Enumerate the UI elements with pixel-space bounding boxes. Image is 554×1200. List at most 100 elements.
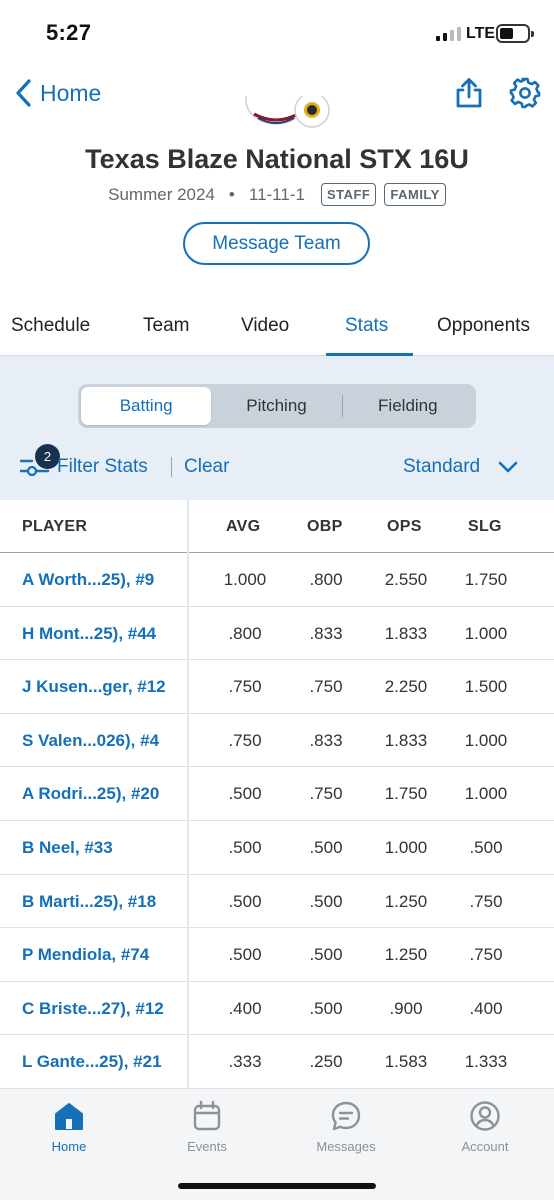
tab-stats[interactable]: Stats: [345, 315, 388, 337]
stat-cell-slg: 1.750: [464, 570, 508, 589]
stat-cell-avg: .750: [228, 730, 262, 750]
stat-cell-avg: .500: [228, 945, 262, 965]
stat-cell-avg: .500: [228, 784, 262, 804]
table-row[interactable]: H Mont...25), #44 .800 .833 1.833 1.000: [0, 607, 554, 661]
stat-cell-avg: .750: [228, 677, 262, 697]
staff-badge: STAFF: [320, 183, 377, 206]
table-row[interactable]: B Marti...25), #18 .500 .500 1.250 .750: [0, 875, 554, 929]
column-header-obp[interactable]: OBP: [307, 518, 343, 536]
column-header-slg[interactable]: SLG: [468, 518, 502, 536]
stat-cell-avg: .800: [228, 623, 262, 643]
nav-home[interactable]: Home: [19, 1099, 119, 1154]
table-row[interactable]: A Worth...25), #9 1.000 .800 2.550 1.750: [0, 553, 554, 607]
chevron-down-icon: [498, 461, 518, 473]
player-name-link[interactable]: J Kusen...ger, #12: [22, 677, 166, 697]
table-row[interactable]: B Neel, #33 .500 .500 1.000 .500: [0, 821, 554, 875]
stat-cell-obp: .500: [309, 891, 343, 911]
nav-events-label: Events: [187, 1139, 227, 1154]
table-row[interactable]: C Briste...27), #12 .400 .500 .900 .400: [0, 982, 554, 1036]
stat-cell-ops: 1.250: [384, 945, 428, 965]
table-row[interactable]: L Gante...25), #21 .333 .250 1.583 1.333: [0, 1035, 554, 1089]
status-bar: 5:27 LTE: [0, 0, 554, 66]
tab-opponents[interactable]: Opponents: [437, 315, 530, 337]
player-name-link[interactable]: S Valen...026), #4: [22, 731, 159, 751]
player-name-link[interactable]: B Marti...25), #18: [22, 892, 156, 912]
stat-cell-slg: 1.333: [464, 1052, 508, 1072]
stat-cell-obp: .800: [309, 570, 343, 589]
home-icon: [55, 1103, 83, 1130]
stat-set-dropdown[interactable]: Standard: [403, 456, 518, 478]
clear-filters-button[interactable]: Clear: [184, 456, 229, 478]
nav-events[interactable]: Events: [157, 1099, 257, 1154]
nav-messages[interactable]: Messages: [296, 1099, 396, 1154]
nav-account-label: Account: [461, 1139, 509, 1154]
share-icon[interactable]: [452, 76, 486, 110]
table-header: PLAYER AVG OBP OPS SLG: [0, 500, 554, 553]
column-header-avg[interactable]: AVG: [226, 518, 260, 536]
stat-cell-obp: .833: [309, 730, 343, 750]
tab-schedule[interactable]: Schedule: [11, 315, 90, 337]
stat-cell-slg: 1.000: [464, 784, 508, 804]
stat-cell-avg: .500: [228, 891, 262, 911]
separator-dot: •: [228, 184, 235, 204]
stat-cell-obp: .500: [309, 838, 343, 857]
team-meta: Summer 2024 • 11-11-1 STAFF FAMILY: [0, 183, 554, 206]
account-icon: [470, 1101, 500, 1131]
team-name: Texas Blaze National STX 16U: [85, 144, 469, 174]
stat-cell-obp: .750: [309, 677, 343, 697]
stat-cell-avg: .400: [228, 998, 262, 1018]
message-team-button[interactable]: Message Team: [183, 222, 370, 265]
tab-team[interactable]: Team: [143, 315, 189, 337]
segment-fielding[interactable]: Fielding: [343, 387, 473, 425]
stat-cell-obp: .250: [309, 1052, 343, 1072]
stat-cell-ops: .900: [389, 998, 423, 1018]
back-label: Home: [40, 79, 102, 106]
segment-pitching[interactable]: Pitching: [211, 387, 341, 425]
table-row[interactable]: J Kusen...ger, #12 .750 .750 2.250 1.500: [0, 660, 554, 714]
signal-icon: [436, 27, 461, 41]
filter-stats-button[interactable]: Filter Stats: [57, 456, 148, 478]
stat-cell-slg: 1.500: [464, 677, 508, 697]
player-name-link[interactable]: P Mendiola, #74: [22, 945, 149, 965]
player-name-link[interactable]: A Worth...25), #9: [22, 570, 154, 590]
batting-stats-table: PLAYER AVG OBP OPS SLG A Worth...25), #9…: [0, 500, 554, 1090]
filter-separator: [171, 457, 172, 477]
player-name-link[interactable]: A Rodri...25), #20: [22, 784, 159, 804]
segment-batting[interactable]: Batting: [81, 387, 212, 425]
team-tabs: Schedule Team Video Stats Opponents: [0, 302, 554, 356]
stat-cell-ops: 1.000: [384, 838, 428, 857]
team-record: 11-11-1: [248, 184, 305, 204]
table-row[interactable]: A Rodri...25), #20 .500 .750 1.750 1.000: [0, 767, 554, 821]
nav-account[interactable]: Account: [435, 1099, 535, 1154]
season-label: Summer 2024: [108, 184, 215, 204]
stat-type-segmented-control: Batting Pitching Fielding: [78, 384, 476, 428]
column-header-player[interactable]: PLAYER: [22, 518, 87, 536]
stat-cell-obp: .833: [309, 623, 343, 643]
stat-cell-ops: 1.833: [384, 730, 428, 750]
stat-cell-slg: .500: [469, 838, 503, 857]
tab-video[interactable]: Video: [241, 315, 289, 337]
table-row[interactable]: P Mendiola, #74 .500 .500 1.250 .750: [0, 928, 554, 982]
chevron-left-icon: [16, 79, 31, 107]
calendar-icon: [193, 1100, 221, 1131]
stat-cell-ops: 1.583: [384, 1052, 428, 1072]
message-icon: [331, 1101, 361, 1131]
stat-cell-slg: .750: [469, 945, 503, 965]
stat-cell-obp: .500: [309, 998, 343, 1018]
player-name-link[interactable]: H Mont...25), #44: [22, 624, 156, 644]
family-badge: FAMILY: [384, 183, 446, 206]
stat-cell-avg: 1.000: [223, 570, 267, 589]
stat-cell-obp: .750: [309, 784, 343, 804]
player-name-link[interactable]: C Briste...27), #12: [22, 999, 164, 1019]
stat-cell-ops: 2.250: [384, 677, 428, 697]
player-name-link[interactable]: B Neel, #33: [22, 838, 113, 858]
player-name-link[interactable]: L Gante...25), #21: [22, 1052, 162, 1072]
stats-controls: Batting Pitching Fielding 2 Filter Stats…: [0, 356, 554, 500]
table-row[interactable]: S Valen...026), #4 .750 .833 1.833 1.000: [0, 714, 554, 768]
column-header-ops[interactable]: OPS: [387, 518, 422, 536]
battery-icon: [496, 24, 534, 43]
gear-icon[interactable]: [508, 76, 542, 110]
stat-cell-ops: 2.550: [384, 570, 428, 589]
back-button[interactable]: Home: [14, 78, 101, 108]
home-indicator: [178, 1183, 376, 1189]
